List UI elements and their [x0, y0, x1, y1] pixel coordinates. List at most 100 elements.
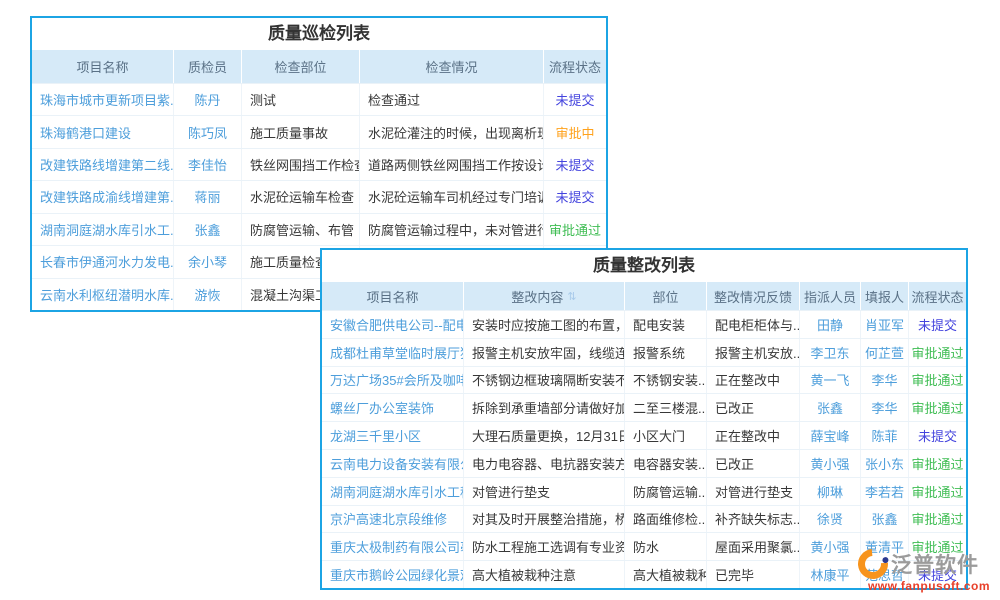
project-link[interactable]: 螺丝厂办公室装饰 — [322, 394, 464, 421]
col-header-flow-status: 流程状态 — [544, 50, 606, 83]
feedback: 屋面采用聚氯... — [707, 533, 800, 560]
inspect-situation: 水泥砼运输车司机经过专门培训... — [360, 181, 544, 212]
project-link[interactable]: 安徽合肥供电公司--配电设备... — [322, 311, 464, 338]
inspector-name[interactable]: 蒋丽 — [174, 181, 242, 212]
fanpu-brand-text: 泛普软件 — [891, 549, 979, 579]
project-link[interactable]: 长春市伊通河水力发电... — [32, 246, 174, 277]
inspector-name[interactable]: 李佳怡 — [174, 149, 242, 180]
project-link[interactable]: 改建铁路线增建第二线... — [32, 149, 174, 180]
project-link[interactable]: 珠海鹤港口建设 — [32, 116, 174, 147]
table-row[interactable]: 京沪高速北京段维修 对其及时开展整治措施，桥头... 路面维修检... 补齐缺失… — [322, 505, 966, 533]
feedback: 报警主机安放... — [707, 339, 800, 366]
reporter-name[interactable]: 李华 — [861, 394, 909, 421]
reporter-name[interactable]: 张小东 — [861, 450, 909, 477]
project-link[interactable]: 龙湖三千里小区 — [322, 422, 464, 449]
fanpu-url-link[interactable]: www.fanpusoft.com — [858, 579, 1000, 593]
project-link[interactable]: 珠海市城市更新项目紫... — [32, 84, 174, 115]
part: 配电安装 — [625, 311, 707, 338]
assignee-name[interactable]: 柳琳 — [800, 478, 861, 505]
project-link[interactable]: 云南水利枢纽潜明水库... — [32, 279, 174, 310]
project-link[interactable]: 湖南洞庭湖水库引水工程施工标 — [322, 478, 464, 505]
reporter-name[interactable]: 李若若 — [861, 478, 909, 505]
inspect-situation: 水泥砼灌注的时候，出现离析现象 — [360, 116, 544, 147]
inspect-situation: 道路两侧铁丝网围挡工作按设计... — [360, 149, 544, 180]
assignee-name[interactable]: 林康平 — [800, 561, 861, 588]
feedback: 配电柜柜体与... — [707, 311, 800, 338]
inspector-name[interactable]: 陈丹 — [174, 84, 242, 115]
project-link[interactable]: 湖南洞庭湖水库引水工... — [32, 214, 174, 245]
fanpu-logo-row: 泛普软件 — [858, 548, 1000, 580]
table-row[interactable]: 成都杜甫草堂临时展厅独立展... 报警主机安放牢固，线缆连接... 报警系统 报… — [322, 338, 966, 366]
project-link[interactable]: 成都杜甫草堂临时展厅独立展... — [322, 339, 464, 366]
inspection-table-title: 质量巡检列表 — [32, 18, 606, 50]
feedback: 已完毕 — [707, 561, 800, 588]
table-row[interactable]: 改建铁路成渝线增建第... 蒋丽 水泥砼运输车检查 水泥砼运输车司机经过专门培训… — [32, 180, 606, 212]
part: 防腐管运输... — [625, 478, 707, 505]
col-header-inspector: 质检员 — [174, 50, 242, 83]
table-row[interactable]: 湖南洞庭湖水库引水工程施工标 对管进行垫支 防腐管运输... 对管进行垫支 柳琳… — [322, 477, 966, 505]
assignee-name[interactable]: 李卫东 — [800, 339, 861, 366]
table-row[interactable]: 螺丝厂办公室装饰 拆除到承重墙部分请做好加固... 二至三楼混... 已改正 张… — [322, 393, 966, 421]
status-badge: 审批通过 — [909, 339, 966, 366]
reporter-name[interactable]: 何芷萱 — [861, 339, 909, 366]
table-row[interactable]: 珠海市城市更新项目紫... 陈丹 测试 检查通过 未提交 — [32, 83, 606, 115]
assignee-name[interactable]: 黄小强 — [800, 533, 861, 560]
inspector-name[interactable]: 余小琴 — [174, 246, 242, 277]
fanpu-watermark: 泛普软件 www.fanpusoft.com — [858, 548, 1000, 593]
assignee-name[interactable]: 田静 — [800, 311, 861, 338]
project-link[interactable]: 万达广场35#会所及咖啡厅空... — [322, 367, 464, 394]
rectify-content: 报警主机安放牢固，线缆连接... — [464, 339, 625, 366]
project-link[interactable]: 京沪高速北京段维修 — [322, 506, 464, 533]
assignee-name[interactable]: 徐贤 — [800, 506, 861, 533]
inspector-name[interactable]: 张鑫 — [174, 214, 242, 245]
sort-icon[interactable]: ⇅ — [567, 290, 576, 303]
table-row[interactable]: 珠海鹤港口建设 陈巧凤 施工质量事故 水泥砼灌注的时候，出现离析现象 审批中 — [32, 115, 606, 147]
project-link[interactable]: 重庆太极制药有限公司亳州中... — [322, 533, 464, 560]
col-header-assignee: 指派人员 — [800, 282, 861, 310]
reporter-name[interactable]: 李华 — [861, 367, 909, 394]
assignee-name[interactable]: 黄一飞 — [800, 367, 861, 394]
table-row[interactable]: 龙湖三千里小区 大理石质量更换，12月31日之... 小区大门 正在整改中 薛宝… — [322, 421, 966, 449]
project-link[interactable]: 改建铁路成渝线增建第... — [32, 181, 174, 212]
status-badge: 未提交 — [909, 311, 966, 338]
table-row[interactable]: 云南电力设备安装有限公司20... 电力电容器、电抗器安装方案,... 电容器安… — [322, 449, 966, 477]
part: 报警系统 — [625, 339, 707, 366]
reporter-name[interactable]: 张鑫 — [861, 506, 909, 533]
col-header-project-name: 项目名称 — [322, 282, 464, 310]
inspect-part: 水泥砼运输车检查 — [242, 181, 360, 212]
col-header-part: 部位 — [625, 282, 707, 310]
reporter-name[interactable]: 肖亚军 — [861, 311, 909, 338]
status-badge: 审批通过 — [909, 450, 966, 477]
rectify-content-label: 整改内容 — [511, 287, 563, 306]
table-row[interactable]: 湖南洞庭湖水库引水工... 张鑫 防腐管运输、布管 防腐管运输过程中，未对管进行… — [32, 213, 606, 245]
assignee-name[interactable]: 薛宝峰 — [800, 422, 861, 449]
col-header-flow-status: 流程状态 — [909, 282, 966, 310]
rectify-content: 对其及时开展整治措施，桥头... — [464, 506, 625, 533]
reporter-name[interactable]: 陈菲 — [861, 422, 909, 449]
assignee-name[interactable]: 黄小强 — [800, 450, 861, 477]
feedback: 已改正 — [707, 394, 800, 421]
status-badge: 未提交 — [544, 149, 606, 180]
part: 二至三楼混... — [625, 394, 707, 421]
table-row[interactable]: 安徽合肥供电公司--配电设备... 安装时应按施工图的布置，将... 配电安装 … — [322, 310, 966, 338]
rectification-table-header: 项目名称 整改内容 ⇅ 部位 整改情况反馈 指派人员 填报人 流程状态 — [322, 282, 966, 310]
col-header-inspect-situation: 检查情况 — [360, 50, 544, 83]
feedback: 补齐缺失标志... — [707, 506, 800, 533]
project-link[interactable]: 云南电力设备安装有限公司20... — [322, 450, 464, 477]
status-badge: 审批通过 — [544, 214, 606, 245]
col-header-reporter: 填报人 — [861, 282, 909, 310]
rectify-content: 高大植被栽种注意 — [464, 561, 625, 588]
project-link[interactable]: 重庆市鹅岭公园绿化景观提升... — [322, 561, 464, 588]
table-row[interactable]: 改建铁路线增建第二线... 李佳怡 铁丝网围挡工作检查 道路两侧铁丝网围挡工作按… — [32, 148, 606, 180]
assignee-name[interactable]: 张鑫 — [800, 394, 861, 421]
inspection-table-header: 项目名称 质检员 检查部位 检查情况 流程状态 — [32, 50, 606, 83]
rectify-content: 防水工程施工选调有专业资质... — [464, 533, 625, 560]
rectification-table-body: 安徽合肥供电公司--配电设备... 安装时应按施工图的布置，将... 配电安装 … — [322, 310, 966, 588]
inspector-name[interactable]: 陈巧凤 — [174, 116, 242, 147]
inspect-part: 铁丝网围挡工作检查 — [242, 149, 360, 180]
table-row[interactable]: 万达广场35#会所及咖啡厅空... 不锈钢边框玻璃隔断安装不牢... 不锈钢安装… — [322, 366, 966, 394]
fanpu-logo-dot — [881, 556, 889, 564]
part: 小区大门 — [625, 422, 707, 449]
inspector-name[interactable]: 游恢 — [174, 279, 242, 310]
status-badge: 未提交 — [909, 422, 966, 449]
